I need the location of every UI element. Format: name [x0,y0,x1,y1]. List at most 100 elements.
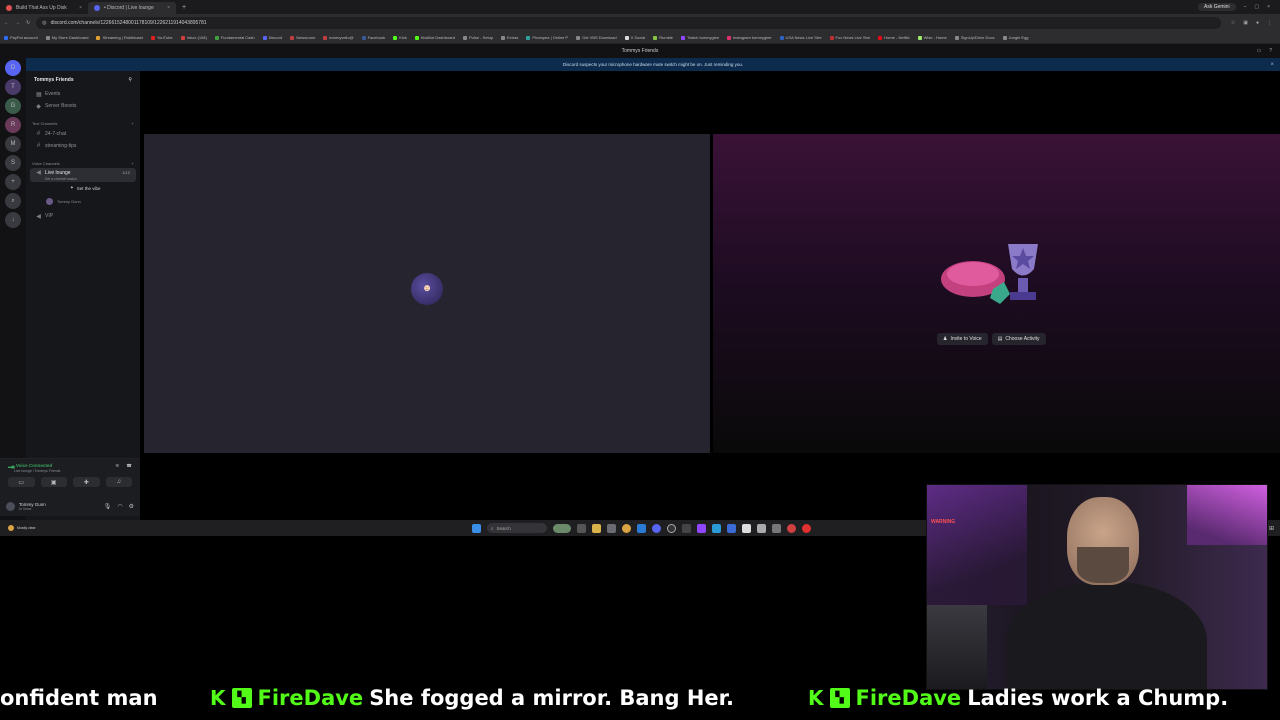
server-icon[interactable]: D [5,60,21,76]
app-icon[interactable] [772,523,781,533]
bookmark-item[interactable]: Facebook [361,35,385,40]
url-input[interactable]: ◎ discord.com/channels/12266152480011781… [36,17,1221,29]
minimize-icon[interactable]: – [1244,4,1247,10]
server-icon[interactable]: ↓ [5,212,21,228]
noise-suppression-icon[interactable]: ≋ [115,463,119,468]
bookmark-item[interactable]: YouTube [150,35,173,40]
file-explorer-icon[interactable] [592,523,601,533]
bookmark-item[interactable]: Jungle Egg [1002,35,1029,40]
back-arrow-icon[interactable]: ← [4,20,9,26]
server-icon[interactable]: R [5,117,21,133]
sidebar-item-server-boosts[interactable]: ◆ Server Boosts [26,100,140,112]
bookmark-item[interactable]: Home - Netflix [878,35,910,40]
ask-gemini-button[interactable]: Ask Gemini [1198,3,1236,11]
start-icon[interactable] [472,523,481,533]
text-channels-category[interactable]: Text Channels + [26,118,140,128]
invite-to-voice-button[interactable]: ♟ Invite to Voice [937,333,988,345]
taskbar-search[interactable]: ⌕ Search [487,523,547,533]
channel-live-lounge[interactable]: ◀ Live lounge 1/12 Set a channel status [30,168,136,182]
help-icon[interactable]: ? [1269,48,1272,54]
reload-icon[interactable]: ↻ [26,20,30,26]
bookmark-item[interactable]: Pulse - Setup [463,35,493,40]
app-icon[interactable] [682,523,691,533]
forward-arrow-icon[interactable]: → [15,20,20,26]
bookmark-item[interactable]: Rumble [653,35,673,40]
maximize-icon[interactable]: ▢ [1254,4,1259,10]
channel-24-7-chat[interactable]: # 24-7-chat [26,128,140,140]
bookmark-item[interactable]: Instagram tommyglee [727,35,772,40]
bookmark-item[interactable]: KickBot Dashboard [414,35,455,40]
channel-vip[interactable]: ◀ VIP [26,210,140,222]
server-header[interactable]: Tommys Friends ⚲ [26,71,140,88]
choose-activity-button[interactable]: ▤ Choose Activity [991,333,1046,345]
bookmark-item[interactable]: Inbox (108) [180,35,207,40]
channel-status[interactable]: Set a channel status [36,177,77,181]
close-icon[interactable]: × [1270,62,1274,68]
bookmark-item[interactable]: Extras [501,35,518,40]
bookmark-item[interactable]: Fox News Live Stre [829,35,870,40]
activities-button[interactable]: ✚ [73,477,100,487]
add-channel-icon[interactable]: + [132,121,134,126]
headphones-icon[interactable]: ◠ [117,503,122,510]
inbox-icon[interactable]: ▭ [1256,48,1261,54]
app-icon[interactable] [787,523,796,533]
browser-tab-2[interactable]: • Discord | Live lounge × [88,2,176,14]
screen-share-button[interactable]: ▣ [40,477,67,487]
menu-icon[interactable]: ⋮ [1267,20,1272,26]
extensions-icon[interactable]: ▣ [1243,20,1248,26]
server-icon[interactable]: S [5,155,21,171]
discord-icon[interactable] [652,523,661,533]
microphone-icon[interactable]: 🎙 [104,503,112,510]
voice-user-row[interactable]: Tommy Gunn [26,194,140,208]
close-window-icon[interactable]: × [1267,4,1270,10]
voice-channels-category[interactable]: Voice Channels + [26,158,140,168]
set-the-vibe-button[interactable]: ✦ Set the vibe [26,182,140,194]
bookmark-item[interactable]: Streaming | Rubiktoast [96,35,143,40]
twitch-icon[interactable] [697,523,706,533]
app-icon[interactable] [712,523,721,533]
notification-icon[interactable]: ⊞ [1269,525,1274,532]
store-icon[interactable] [637,523,646,533]
bookmark-item[interactable]: USA News Live Stre [779,35,822,40]
app-icon[interactable] [727,523,736,533]
bookmark-item[interactable]: tommyvelio@ [323,35,354,40]
bookmark-item[interactable]: PayPal account [4,35,38,40]
add-member-icon[interactable]: ⚲ [128,77,132,83]
bookmark-item[interactable]: Newsroom [290,35,315,40]
close-tab-icon[interactable]: × [79,5,82,11]
bookmark-item[interactable]: Photopea | Online P [526,35,568,40]
gear-icon[interactable]: ⚙ [129,503,134,510]
bookmark-item[interactable]: Kick [393,35,407,40]
avatar[interactable] [6,501,15,511]
soundboard-button[interactable]: ♫ [105,477,132,487]
notepad-icon[interactable] [742,523,751,533]
add-channel-icon[interactable]: + [132,161,134,166]
weather-widget[interactable]: Mostly clear [8,525,36,531]
camera-button[interactable]: ▭ [8,477,35,487]
close-tab-icon[interactable]: × [167,5,170,11]
participant-tile[interactable]: ☻ [144,134,710,453]
disconnect-icon[interactable]: ☎ [126,463,132,468]
bookmark-item[interactable]: X Social [624,35,645,40]
bookmark-item[interactable]: Twitch tommyglee [681,35,719,40]
bookmark-item[interactable]: My Store Dashboard [45,35,88,40]
bookmark-item[interactable]: Fundamental Cash [214,35,255,40]
sidebar-item-events[interactable]: ▦ Events [26,88,140,100]
chrome-icon[interactable] [622,523,631,533]
server-icon[interactable]: M [5,136,21,152]
server-icon[interactable]: + [5,174,21,190]
browser-tab-1[interactable]: Build That Ass Up Disk × [0,2,88,14]
channel-streaming-tips[interactable]: # streaming-tips [26,140,140,152]
new-tab-button[interactable]: + [176,4,192,11]
bookmark-star-icon[interactable]: ☆ [1231,20,1235,26]
server-icon[interactable]: G [5,98,21,114]
bookmark-item[interactable]: Get VBS Download [576,35,617,40]
widgets-icon[interactable] [553,523,571,533]
app-icon[interactable] [757,523,766,533]
obs-icon[interactable] [667,523,676,533]
server-icon[interactable]: T [5,79,21,95]
app-icon[interactable] [802,523,811,533]
task-view-icon[interactable] [577,523,586,533]
bookmark-item[interactable]: SignUp/Drive Docs [954,35,995,40]
server-icon[interactable]: ⌕ [5,193,21,209]
